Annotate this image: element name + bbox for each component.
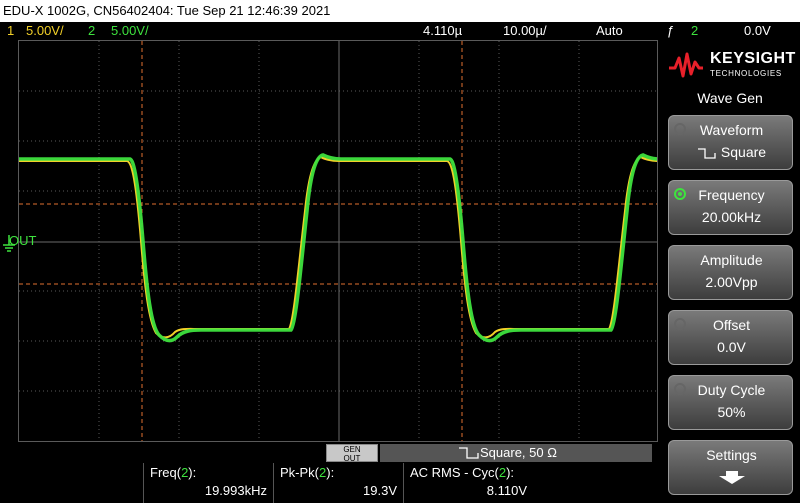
status-bar: 1 5.00V/ 2 5.00V/ 4.110µ 10.00µ/ Auto ƒ … [0,22,800,40]
softkey-value: 2.00Vpp [705,274,758,290]
ch1-number[interactable]: 1 [7,22,14,40]
trigger-edge-icon[interactable]: ƒ [667,22,674,40]
softkey-duty-cycle[interactable]: Duty Cycle 50% [668,375,793,430]
time-offset[interactable]: 4.110µ [423,22,462,40]
softkey-label: Settings [706,447,757,463]
softkey-waveform[interactable]: Waveform Square [668,115,793,170]
side-panel: KEYSIGHT TECHNOLOGIES Wave Gen Waveform … [660,40,800,503]
softkey-label: Offset [712,317,751,333]
title-bar: EDU-X 1002G, CN56402404: Tue Sep 21 12:4… [0,0,800,22]
measurement-label: Freq(2): [150,465,197,480]
waveform-svg [19,41,657,441]
gen-out-label: OUT [9,233,37,248]
trigger-mode[interactable]: Auto [596,22,623,40]
ch1-scale[interactable]: 5.00V/ [26,22,64,40]
softkey-offset[interactable]: Offset 0.0V [668,310,793,365]
keysight-wave-icon [669,52,703,78]
softkey-settings[interactable]: Settings [668,440,793,495]
measurement-label: Pk-Pk(2): [280,465,335,480]
measurement-value: 19.993kHz [204,483,267,498]
brand-sub: TECHNOLOGIES [710,69,782,78]
softkey-frequency[interactable]: Frequency 20.00kHz [668,180,793,235]
softkey-value: 0.0V [717,339,746,355]
gen-status-text: Square, 50 Ω [480,445,557,460]
measurement-acrms[interactable]: AC RMS - Cyc(2): 8.110V [403,463,533,503]
softkey-value: Square [669,144,794,160]
keysight-logo: KEYSIGHT TECHNOLOGIES [668,48,798,84]
square-wave-icon [697,148,716,159]
gen-out-line1: GEN [343,445,361,454]
softkey-value: 20.00kHz [701,209,762,225]
softkey-label: Waveform [699,122,764,138]
softkey-amplitude[interactable]: Amplitude 2.00Vpp [668,245,793,300]
softkey-label: Frequency [698,187,765,203]
time-scale[interactable]: 10.00µ/ [503,22,547,40]
trigger-channel[interactable]: 2 [691,22,698,40]
measurement-freq[interactable]: Freq(2): 19.993kHz [143,463,273,503]
waveform-value: Square [720,144,767,160]
softkey-value: 50% [717,404,746,420]
brand-name: KEYSIGHT [710,50,796,67]
waveform-display[interactable] [18,40,658,442]
gen-status-display: Square, 50 Ω [380,444,652,462]
softkey-label: Amplitude [700,252,763,268]
ch2-scale[interactable]: 5.00V/ [111,22,149,40]
gen-out-line2: OUT [343,454,361,463]
softkey-label: Duty Cycle [697,382,766,398]
measurement-value: 19.3V [363,483,397,498]
measurement-bar: Freq(2): 19.993kHz Pk-Pk(2): 19.3V AC RM… [0,463,660,503]
measurement-pkpk[interactable]: Pk-Pk(2): 19.3V [273,463,403,503]
measurement-label: AC RMS - Cyc(2): [410,465,515,480]
gen-out-button[interactable]: GEN OUT [326,444,378,463]
graticule-center [19,41,657,441]
down-arrow-icon [719,471,745,484]
ch2-number[interactable]: 2 [88,22,95,40]
panel-title: Wave Gen [697,90,763,106]
trigger-level[interactable]: 0.0V [744,22,771,40]
square-wave-icon [459,447,479,459]
measurement-value: 8.110V [486,483,527,498]
